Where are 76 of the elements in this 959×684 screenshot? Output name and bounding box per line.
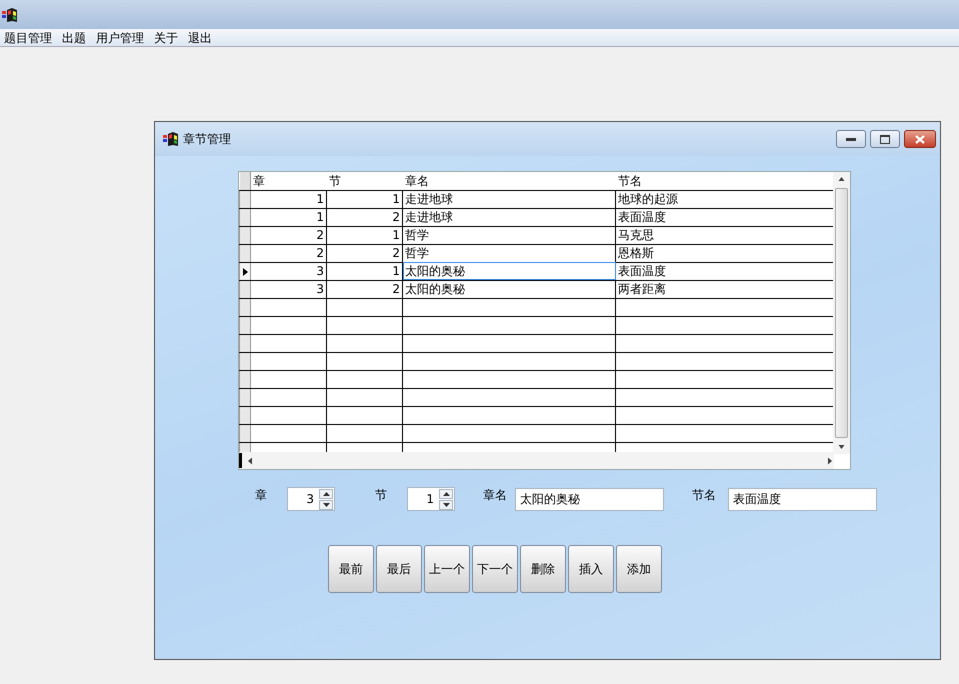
table-cell: 走进地球 — [402, 208, 616, 226]
table-cell: 1 — [326, 262, 402, 280]
row-selector[interactable] — [240, 406, 250, 424]
app-icon — [163, 131, 179, 147]
row-selector[interactable] — [240, 316, 250, 334]
text-field[interactable]: 太阳的奥秘 — [515, 488, 664, 510]
down-arrow-icon — [322, 503, 330, 507]
row-selector[interactable] — [240, 208, 250, 226]
table-cell: 1 — [250, 190, 326, 208]
text-field[interactable]: 表面温度 — [728, 488, 877, 510]
action-button[interactable]: 添加 — [616, 545, 662, 593]
row-selector[interactable] — [240, 298, 250, 316]
table-cell: 3 — [250, 280, 326, 298]
spin-down-button[interactable] — [319, 500, 333, 510]
field-label: 章名 — [483, 487, 507, 504]
menu-item[interactable]: 退出 — [184, 28, 218, 46]
up-arrow-icon — [442, 492, 450, 496]
column-header[interactable]: 节 — [326, 172, 402, 190]
app-icon — [2, 6, 18, 22]
table-cell: 哲学 — [402, 244, 616, 262]
action-button[interactable]: 删除 — [520, 545, 566, 593]
menu-item[interactable]: 关于 — [150, 28, 184, 46]
row-selector[interactable] — [240, 352, 250, 370]
dialog-title: 章节管理 — [183, 131, 232, 148]
spin-up-button[interactable] — [439, 489, 453, 499]
table-cell: 2 — [326, 244, 402, 262]
maximize-icon — [880, 134, 890, 144]
minimize-button[interactable] — [836, 130, 866, 148]
close-icon — [915, 134, 925, 144]
column-header[interactable]: 章 — [250, 172, 326, 190]
scroll-left-icon[interactable] — [246, 456, 254, 464]
table-cell: 1 — [326, 226, 402, 244]
table-cell: 太阳的奥秘 — [402, 262, 616, 280]
table-cell: 3 — [250, 262, 326, 280]
horizontal-scrollbar[interactable] — [239, 452, 834, 469]
row-selector[interactable] — [240, 388, 250, 406]
table-cell: 2 — [326, 280, 402, 298]
action-button[interactable]: 最前 — [328, 545, 374, 593]
row-selector[interactable] — [240, 262, 250, 280]
column-header[interactable]: 章名 — [402, 172, 616, 190]
row-selector[interactable] — [240, 370, 250, 388]
spin-up-button[interactable] — [319, 489, 333, 499]
menu-item[interactable]: 出题 — [58, 28, 92, 46]
action-button[interactable]: 最后 — [376, 545, 422, 593]
scroll-right-icon[interactable] — [826, 456, 834, 464]
table-cell: 1 — [326, 190, 402, 208]
row-selector[interactable] — [240, 334, 250, 352]
table-cell: 2 — [250, 244, 326, 262]
row-selector[interactable] — [240, 226, 250, 244]
menu-item[interactable]: 题目管理 — [0, 28, 58, 46]
field-label: 章 — [255, 487, 267, 504]
down-arrow-icon — [442, 503, 450, 507]
field-label: 节 — [375, 487, 387, 504]
maximize-button[interactable] — [870, 130, 900, 148]
up-arrow-icon — [322, 492, 330, 496]
table-cell: 哲学 — [402, 226, 616, 244]
current-row-icon — [243, 268, 248, 276]
vertical-scrollbar[interactable] — [833, 172, 850, 454]
table-cell: 走进地球 — [402, 190, 616, 208]
row-selector[interactable] — [240, 190, 250, 208]
table-cell: 2 — [250, 226, 326, 244]
close-button[interactable] — [904, 130, 936, 148]
minimize-icon — [846, 137, 856, 141]
table-cell: 太阳的奥秘 — [402, 280, 616, 298]
table-cell: 2 — [326, 208, 402, 226]
action-button[interactable]: 下一个 — [472, 545, 518, 593]
row-selector[interactable] — [240, 244, 250, 262]
action-button[interactable]: 插入 — [568, 545, 614, 593]
table-cell: 1 — [250, 208, 326, 226]
spin-down-button[interactable] — [439, 500, 453, 510]
row-selector[interactable] — [240, 280, 250, 298]
field-label: 节名 — [692, 487, 716, 504]
row-selector[interactable] — [240, 424, 250, 442]
action-button[interactable]: 上一个 — [424, 545, 470, 593]
column-header[interactable]: 节名 — [616, 172, 834, 190]
menu-item[interactable]: 用户管理 — [92, 28, 150, 46]
